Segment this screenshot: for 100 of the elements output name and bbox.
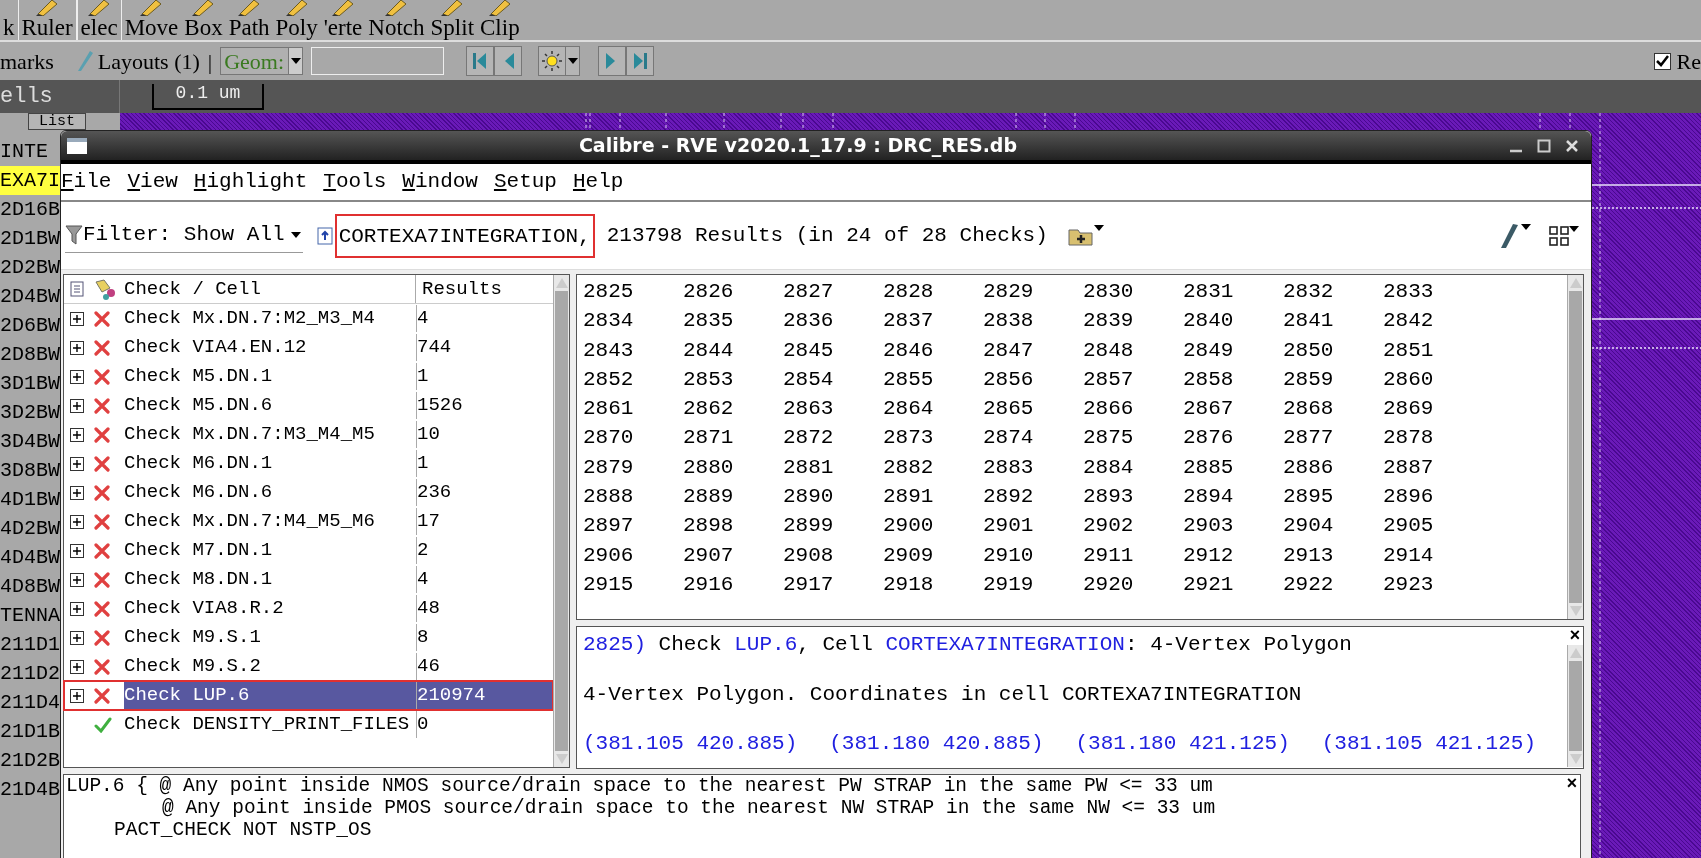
result-number[interactable]: 2827 (783, 277, 883, 307)
result-number[interactable]: 2839 (1083, 306, 1183, 336)
bookmarks-label[interactable]: marks (0, 44, 54, 78)
result-number[interactable]: 2907 (683, 540, 783, 570)
coordinate-link[interactable]: (381.180 420.885) (829, 728, 1044, 760)
result-number[interactable]: 2903 (1183, 511, 1283, 541)
pen-dropdown[interactable] (1499, 223, 1531, 248)
cell-list-item[interactable]: 4D1BW (0, 485, 60, 514)
result-number[interactable]: 2838 (983, 306, 1083, 336)
result-number[interactable]: 2895 (1283, 482, 1383, 512)
result-number[interactable]: 2830 (1083, 277, 1183, 307)
check-row[interactable]: Check Mx.DN.7:M4_M5_M6 17 (64, 507, 553, 536)
result-number[interactable]: 2911 (1083, 540, 1183, 570)
result-number[interactable]: 2825 (583, 277, 683, 307)
result-number[interactable]: 2876 (1183, 423, 1283, 453)
check-row[interactable]: Check LUP.6 210974 (64, 681, 553, 710)
cell-list-item[interactable]: 2D1BW (0, 224, 60, 253)
result-number[interactable]: 2831 (1183, 277, 1283, 307)
result-number[interactable]: 2855 (883, 364, 983, 395)
result-number[interactable]: 2900 (883, 511, 983, 541)
result-number[interactable]: 2902 (1083, 511, 1183, 541)
cell-list-item[interactable]: 211D2 (0, 659, 60, 688)
expand-icon[interactable] (70, 340, 84, 355)
result-number[interactable]: 2853 (683, 364, 783, 395)
result-number[interactable]: 2868 (1283, 394, 1383, 424)
cell-list-item[interactable]: 3D8BW (0, 456, 60, 485)
result-number[interactable]: 2834 (583, 306, 683, 336)
cell-list-item[interactable]: 4D8BW (0, 572, 60, 601)
expand-icon[interactable] (70, 572, 84, 587)
expand-icon[interactable] (70, 456, 84, 471)
tool-button[interactable]: Path (225, 0, 273, 40)
result-number[interactable]: 2866 (1083, 394, 1183, 424)
result-number[interactable]: 2841 (1283, 306, 1383, 336)
result-number[interactable]: 2840 (1183, 306, 1283, 336)
expand-icon[interactable] (70, 485, 84, 500)
close-button[interactable]: × (1564, 775, 1580, 793)
result-number[interactable]: 2835 (683, 306, 783, 336)
result-number[interactable]: 2873 (883, 423, 983, 453)
result-number[interactable]: 2910 (983, 540, 1083, 570)
layouts-button[interactable]: Layouts (1) (75, 44, 200, 78)
cell-list-item[interactable]: 21D1B (0, 717, 60, 746)
tool-button[interactable]: Clip (477, 0, 523, 40)
tool-button[interactable]: Ruler (17, 0, 77, 40)
result-link[interactable]: 2825) (583, 633, 646, 656)
result-number[interactable]: 2919 (983, 569, 1083, 600)
cell-list-item[interactable]: 2D8BW (0, 340, 60, 369)
result-number[interactable]: 2885 (1183, 452, 1283, 483)
result-number[interactable]: 2884 (1083, 452, 1183, 483)
result-number[interactable]: 2851 (1383, 335, 1483, 365)
cell-list-item[interactable]: 3D4BW (0, 427, 60, 456)
tool-button[interactable]: Split (427, 0, 478, 40)
result-number[interactable]: 2833 (1383, 277, 1483, 307)
result-number[interactable]: 2915 (583, 569, 683, 600)
highlight-dropdown[interactable] (538, 46, 581, 76)
menu-item[interactable]: Setup (493, 170, 557, 194)
result-number[interactable]: 2829 (983, 277, 1083, 307)
result-number[interactable]: 2879 (583, 452, 683, 483)
geom-field[interactable] (311, 47, 445, 75)
result-number[interactable]: 2901 (983, 511, 1083, 541)
menu-item[interactable]: File (61, 170, 112, 194)
result-number[interactable]: 2857 (1083, 364, 1183, 395)
check-row[interactable]: Check M8.DN.1 4 (64, 565, 553, 594)
result-number[interactable]: 2836 (783, 306, 883, 336)
cell-list-item[interactable]: TENNA (0, 601, 60, 630)
result-number[interactable]: 2905 (1383, 511, 1483, 541)
result-number[interactable]: 2922 (1283, 569, 1383, 600)
check-row[interactable]: Check VIA8.R.2 48 (64, 594, 553, 623)
check-row[interactable]: Check M5.DN.1 1 (64, 362, 553, 391)
column-header[interactable]: Results (416, 274, 553, 304)
check-row[interactable]: Check M7.DN.1 2 (64, 536, 553, 565)
cell-list-item[interactable]: 2D4BW (0, 282, 60, 311)
expand-icon[interactable] (70, 688, 84, 703)
result-number[interactable]: 2871 (683, 423, 783, 453)
result-number[interactable]: 2848 (1083, 335, 1183, 365)
result-number[interactable]: 2842 (1383, 306, 1483, 336)
result-number[interactable]: 2878 (1383, 423, 1483, 453)
result-number[interactable]: 2875 (1083, 423, 1183, 453)
result-number[interactable]: 2912 (1183, 540, 1283, 570)
result-number[interactable]: 2887 (1383, 452, 1483, 483)
result-number[interactable]: 2899 (783, 511, 883, 541)
expand-icon[interactable] (70, 398, 84, 413)
result-number[interactable]: 2886 (1283, 452, 1383, 483)
menu-item[interactable]: Highlight (193, 170, 308, 194)
result-number[interactable]: 2874 (983, 423, 1083, 453)
cell-list-item[interactable]: 211D1 (0, 630, 60, 659)
cell-list-item[interactable]: 3D2BW (0, 398, 60, 427)
result-number[interactable]: 2861 (583, 394, 683, 424)
result-number[interactable]: 2892 (983, 482, 1083, 512)
expand-icon[interactable] (70, 369, 84, 384)
cell-list-item[interactable]: 211D4 (0, 688, 60, 717)
result-link[interactable]: CORTEXA7INTEGRATION (885, 633, 1125, 656)
check-row[interactable]: Check M9.S.1 8 (64, 623, 553, 652)
result-number[interactable]: 2909 (883, 540, 983, 570)
menu-item[interactable]: Tools (323, 170, 387, 194)
check-row[interactable]: Check VIA4.EN.12 744 (64, 333, 553, 362)
cell-list-item[interactable]: EXA7I (0, 166, 60, 195)
result-number[interactable]: 2916 (683, 569, 783, 600)
cell-list-item[interactable]: 2D6BW (0, 311, 60, 340)
menu-item[interactable]: Help (572, 170, 624, 194)
result-number[interactable]: 2826 (683, 277, 783, 307)
